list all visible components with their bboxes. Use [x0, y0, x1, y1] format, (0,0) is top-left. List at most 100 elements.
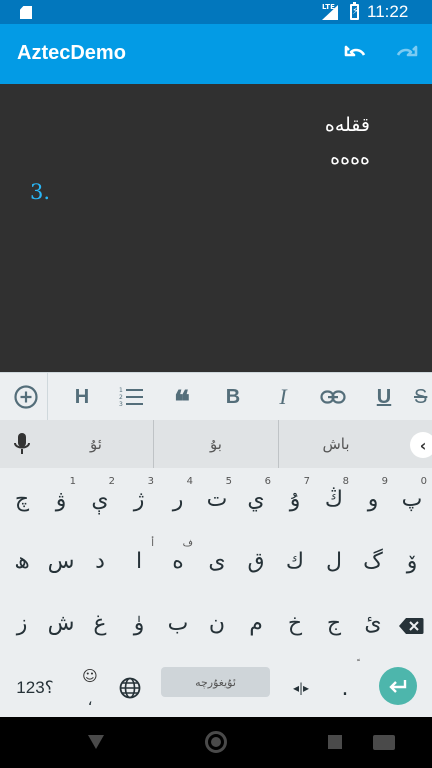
letter-key[interactable]: ك: [276, 534, 314, 588]
suggestion-item[interactable]: باش: [280, 420, 392, 468]
letter-key[interactable]: و9: [354, 472, 392, 526]
letter-key[interactable]: ن: [198, 596, 236, 650]
key-label: س: [47, 548, 75, 574]
emoji-face-icon: ☺: [82, 667, 98, 685]
letter-key[interactable]: ۈ: [120, 596, 158, 650]
letter-key[interactable]: ۋ1: [42, 472, 80, 526]
key-label: ۆ: [406, 548, 418, 574]
letter-key[interactable]: ي6: [237, 472, 275, 526]
letter-key[interactable]: ۆ: [393, 534, 431, 588]
undo-button[interactable]: [340, 38, 372, 70]
quote-button[interactable]: ❝: [162, 373, 202, 421]
undo-icon: [344, 45, 366, 57]
letter-key[interactable]: ڭ8: [315, 472, 353, 526]
underline-button[interactable]: U: [364, 373, 404, 421]
heading-button[interactable]: H: [62, 373, 102, 421]
battery-charging-icon: ⚡: [350, 2, 359, 20]
key-label: د: [95, 548, 105, 574]
letter-key[interactable]: ق: [237, 534, 275, 588]
emoji-key[interactable]: ☺ ،: [70, 661, 110, 715]
letter-key[interactable]: پ0: [393, 472, 431, 526]
editor-area[interactable]: ققلەە ەەەە 3.: [0, 84, 432, 372]
network-type-label: LTE: [322, 3, 335, 11]
key-hint: 3: [147, 476, 154, 487]
backspace-key[interactable]: [393, 599, 429, 653]
numbers-key[interactable]: ؟123: [10, 661, 60, 715]
key-hint: 6: [264, 476, 271, 487]
letter-key[interactable]: م: [237, 596, 275, 650]
svg-text:3: 3: [119, 401, 123, 408]
letter-key[interactable]: ھ: [3, 534, 41, 588]
enter-key[interactable]: [379, 667, 417, 705]
strikethrough-button[interactable]: S: [414, 373, 432, 421]
key-label: غ: [93, 610, 107, 636]
letter-key[interactable]: ب: [159, 596, 197, 650]
bold-button[interactable]: B: [213, 373, 253, 421]
key-label: ل: [326, 548, 342, 574]
letter-key[interactable]: د: [81, 534, 119, 588]
add-circle-icon: [13, 385, 38, 409]
letter-key[interactable]: اأ: [120, 534, 158, 588]
italic-button[interactable]: I: [263, 373, 303, 421]
letter-key[interactable]: ت5: [198, 472, 236, 526]
navigation-bar: [0, 717, 432, 768]
letter-key[interactable]: ز: [3, 596, 41, 650]
format-toolbar: H 1 2 3 ❝ B I U S: [0, 372, 432, 421]
link-button[interactable]: [313, 373, 353, 421]
letter-key[interactable]: ل: [315, 534, 353, 588]
key-label: ن: [208, 610, 226, 636]
letter-key[interactable]: ژ3: [120, 472, 158, 526]
period-label: .: [341, 675, 349, 701]
soft-keyboard: چۋ1ې2ژ3ر4ت5ي6ۇ7ڭ8و9پ0ھسداأەفىقكلگۆزشغۈبن…: [0, 468, 432, 717]
back-triangle-icon[interactable]: [88, 735, 104, 749]
space-bar[interactable]: ئۇيغۇرچە: [161, 667, 270, 697]
cursor-move-key[interactable]: ◂|▸: [284, 661, 318, 715]
letter-key[interactable]: ج: [315, 596, 353, 650]
letter-key[interactable]: غ: [81, 596, 119, 650]
status-time: 11:22: [367, 2, 409, 21]
ordered-list-button[interactable]: 1 2 3: [112, 373, 152, 421]
recents-square-icon[interactable]: [328, 735, 342, 749]
suggestion-item[interactable]: ئۇ: [40, 420, 152, 468]
key-label: ۈ: [133, 610, 145, 636]
key-label: ا: [135, 548, 143, 574]
letter-key[interactable]: ى: [198, 534, 236, 588]
letter-key[interactable]: خ: [276, 596, 314, 650]
letter-key[interactable]: س: [42, 534, 80, 588]
letter-key[interactable]: ۇ7: [276, 472, 314, 526]
keyboard-icon[interactable]: [373, 735, 395, 750]
link-icon: [320, 390, 346, 404]
suggestion-bar: ئۇ بۇ باش: [0, 420, 432, 468]
period-key[interactable]: ً .: [326, 661, 364, 715]
redo-button[interactable]: [390, 38, 422, 70]
key-label: ئ: [364, 610, 382, 636]
key-label: ش: [47, 610, 75, 636]
globe-icon: [119, 677, 141, 699]
letter-key[interactable]: گ: [354, 534, 392, 588]
key-label: ب: [167, 610, 189, 636]
key-label: پ: [401, 486, 423, 512]
key-label: ق: [247, 548, 265, 574]
microphone-icon[interactable]: [12, 432, 32, 456]
letter-key[interactable]: ر4: [159, 472, 197, 526]
key-hint: أ: [151, 538, 154, 549]
key-label: ۋ: [55, 486, 67, 512]
home-circle-icon[interactable]: [205, 731, 227, 753]
letter-key[interactable]: ې2: [81, 472, 119, 526]
key-label: ھ: [14, 548, 30, 574]
key-hint: 2: [108, 476, 115, 487]
suggestion-item[interactable]: بۇ: [153, 420, 279, 468]
key-hint: ف: [182, 538, 193, 549]
letter-key[interactable]: ەف: [159, 534, 197, 588]
key-label: گ: [363, 548, 383, 574]
editor-line: ققلەە: [324, 114, 370, 136]
key-label: ك: [285, 548, 305, 574]
language-key[interactable]: [113, 661, 147, 715]
add-media-button[interactable]: [4, 373, 48, 421]
key-label: و: [367, 486, 379, 512]
chevron-left-icon[interactable]: ‹: [410, 432, 432, 458]
letter-key[interactable]: چ: [3, 472, 41, 526]
letter-key[interactable]: ئ: [354, 596, 392, 650]
letter-key[interactable]: ش: [42, 596, 80, 650]
key-label: ڭ: [324, 486, 344, 512]
